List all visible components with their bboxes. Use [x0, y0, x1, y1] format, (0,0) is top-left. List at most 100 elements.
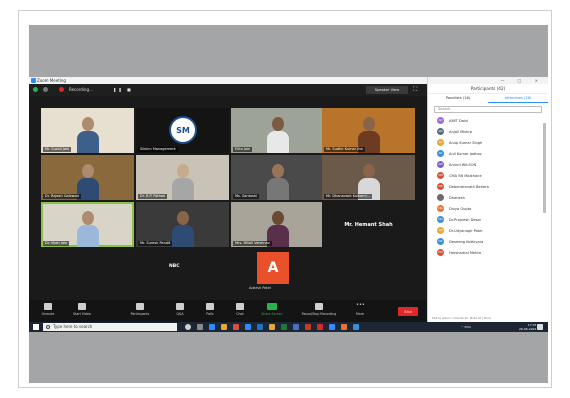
- file-explorer-icon[interactable]: [221, 324, 227, 330]
- participant-avatar: AS: [437, 139, 444, 146]
- participant-avatar: DD: [437, 216, 444, 223]
- app-icon[interactable]: [341, 324, 347, 330]
- participant-name: Debendranath Behera: [449, 184, 489, 189]
- video-tile[interactable]: Mr. Sushil Jain: [41, 108, 134, 153]
- video-tile[interactable]: Ms. Santoshi: [231, 155, 324, 200]
- powerpoint-icon[interactable]: [305, 324, 311, 330]
- participant-list-item[interactable]: DB Debendranath Behera: [428, 181, 548, 192]
- participant-list-item[interactable]: Dhanesh: [428, 192, 548, 203]
- microphone-muted-icon: [44, 303, 52, 310]
- participant-list-item[interactable]: AM Anjali Mishra: [428, 126, 548, 137]
- participant-list-item[interactable]: DG Divya Gupta: [428, 203, 548, 214]
- qa-icon: [176, 303, 184, 310]
- participant-video: [171, 211, 194, 247]
- cortana-icon[interactable]: [185, 324, 191, 330]
- video-tile[interactable]: SM Sikkim Management: [136, 108, 229, 153]
- share-screen-button[interactable]: Share Screen: [257, 303, 287, 321]
- video-tile[interactable]: Dr. Rajesh Gaikwad: [41, 155, 134, 200]
- tab-attendees[interactable]: Attendees (26): [488, 94, 548, 103]
- video-tile[interactable]: Mr. Hemant Shah: [322, 202, 415, 247]
- video-tile-active-speaker[interactable]: Dr. Vipin Jain: [41, 202, 134, 247]
- participant-name: Dr.Udyanagir Patel: [449, 228, 483, 233]
- share-screen-icon: [267, 303, 277, 310]
- video-tile[interactable]: Mr. Sudhir Kumar Jha: [322, 108, 415, 153]
- participant-list-item[interactable]: AS Anup Kumar Singh: [428, 137, 548, 148]
- chat-icon: [236, 303, 244, 310]
- video-tile[interactable]: Mrs. Mitali Vaishnav: [231, 202, 324, 247]
- acrobat-icon[interactable]: [317, 324, 323, 330]
- word-icon[interactable]: [257, 324, 263, 330]
- participant-video: [266, 117, 289, 153]
- video-tile[interactable]: Dr. R.P. Pathak: [136, 155, 229, 200]
- top-border-band: [29, 25, 548, 77]
- avatar-name: Adarsh Patel: [249, 286, 271, 290]
- participant-list-item[interactable]: CM CMA SN Malkhane: [428, 170, 548, 181]
- participant-list-item[interactable]: DP Dr.Udyanagir Patel: [428, 225, 548, 236]
- pause-recording-icon: [315, 303, 323, 310]
- tab-panelists[interactable]: Panelists (16): [428, 94, 488, 103]
- participant-list-item[interactable]: DK Deveeng Kothiyara: [428, 236, 548, 247]
- zoom-logo-icon: [31, 78, 36, 83]
- speaker-view-button[interactable]: Speaker View: [366, 86, 408, 94]
- tile-name: Mr. Dhanavant Kulkarni...: [324, 194, 373, 199]
- qa-button[interactable]: Q&A: [165, 303, 195, 321]
- tile-name: Mr. Suresh Pandit: [138, 241, 173, 246]
- system-tray[interactable]: ^ ENG: [461, 324, 471, 330]
- participant-list-item[interactable]: AK Anil Kumar Jadhav: [428, 148, 548, 159]
- taskbar-clock[interactable]: 17:07 26-06-2021: [519, 323, 536, 332]
- start-video-button[interactable]: Start Video: [67, 303, 97, 321]
- panel-scrollbar[interactable]: [543, 123, 546, 213]
- participants-button[interactable]: Participants: [125, 303, 155, 321]
- recording-controls-icon[interactable]: ❚❚ ■: [113, 87, 133, 92]
- chrome-icon[interactable]: [269, 324, 275, 330]
- tile-name-nbc: NBC: [169, 264, 180, 269]
- more-button[interactable]: ••• More: [345, 303, 375, 321]
- teams-icon[interactable]: [293, 324, 299, 330]
- video-tile[interactable]: Ekta Jain: [231, 108, 324, 153]
- shield-icon[interactable]: [33, 87, 38, 92]
- unmute-button[interactable]: Unmute: [33, 303, 63, 321]
- pause-stop-recording-button[interactable]: Pause/Stop Recording: [299, 303, 339, 321]
- participant-name: Anup Kumar Singh: [449, 140, 483, 145]
- excel-icon[interactable]: [281, 324, 287, 330]
- info-icon[interactable]: [43, 87, 48, 92]
- participants-panel: — □ × Participants (42) Panelists (16) A…: [427, 77, 548, 322]
- participant-name: Harshadrai Mehta: [449, 250, 482, 255]
- tile-name: Dr. R.P. Pathak: [138, 194, 168, 199]
- windows-start-icon[interactable]: [33, 324, 39, 330]
- fullscreen-icon[interactable]: ⛶: [413, 86, 417, 94]
- participant-avatar: DP: [437, 227, 444, 234]
- store-icon[interactable]: [245, 324, 251, 330]
- participant-avatar: [437, 194, 444, 201]
- participant-avatar: DK: [437, 238, 444, 245]
- taskbar-search-input[interactable]: Type here to search: [43, 323, 177, 331]
- edge-icon[interactable]: [209, 324, 215, 330]
- participant-list-item[interactable]: AW Arvind WILSON: [428, 159, 548, 170]
- mail-icon[interactable]: [353, 324, 359, 330]
- video-tile[interactable]: Mr. Suresh Pandit: [136, 202, 229, 247]
- tile-name: Ms. Santoshi: [233, 194, 260, 199]
- polls-icon: [206, 303, 214, 310]
- participant-search-input[interactable]: Search: [434, 106, 542, 113]
- tile-name: Ekta Jain: [233, 147, 253, 152]
- participant-list-item[interactable]: DD Dr.Prajnesh Desai: [428, 214, 548, 225]
- participant-list-item[interactable]: AD AMIT Dalvi: [428, 115, 548, 126]
- window-title: Zoom Meeting: [37, 78, 66, 83]
- participant-video: [76, 117, 99, 153]
- office-icon[interactable]: [233, 324, 239, 330]
- participant-avatar: AW: [437, 161, 444, 168]
- meeting-topbar: Recording... ❚❚ ■ Speaker View ⛶: [29, 84, 427, 96]
- end-meeting-button[interactable]: End: [398, 307, 418, 316]
- participant-avatar: AD: [437, 117, 444, 124]
- notification-icon[interactable]: [537, 324, 543, 330]
- task-view-icon[interactable]: [197, 324, 203, 330]
- zoom-icon[interactable]: [329, 324, 335, 330]
- polls-button[interactable]: Polls: [195, 303, 225, 321]
- panel-window-controls[interactable]: — □ ×: [428, 77, 548, 84]
- participant-avatar: DG: [437, 205, 444, 212]
- video-tile[interactable]: Mr. Dhanavant Kulkarni...: [322, 155, 415, 200]
- chat-button[interactable]: Chat: [225, 303, 255, 321]
- participant-list-item[interactable]: HM Harshadrai Mehta: [428, 247, 548, 258]
- avatar[interactable]: A: [257, 252, 289, 284]
- record-icon: [59, 87, 64, 92]
